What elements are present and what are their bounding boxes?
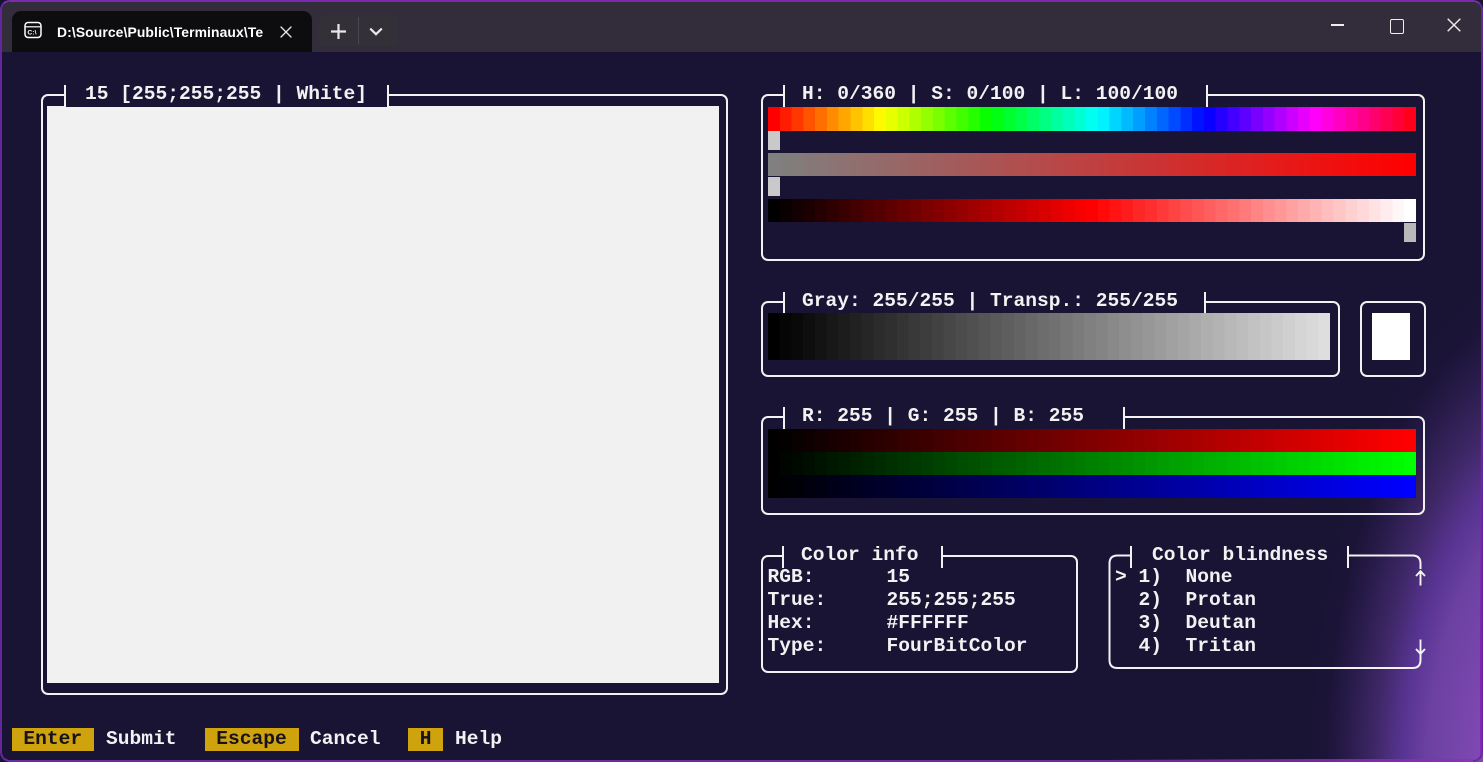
- svg-text:C:\: C:\: [27, 30, 36, 37]
